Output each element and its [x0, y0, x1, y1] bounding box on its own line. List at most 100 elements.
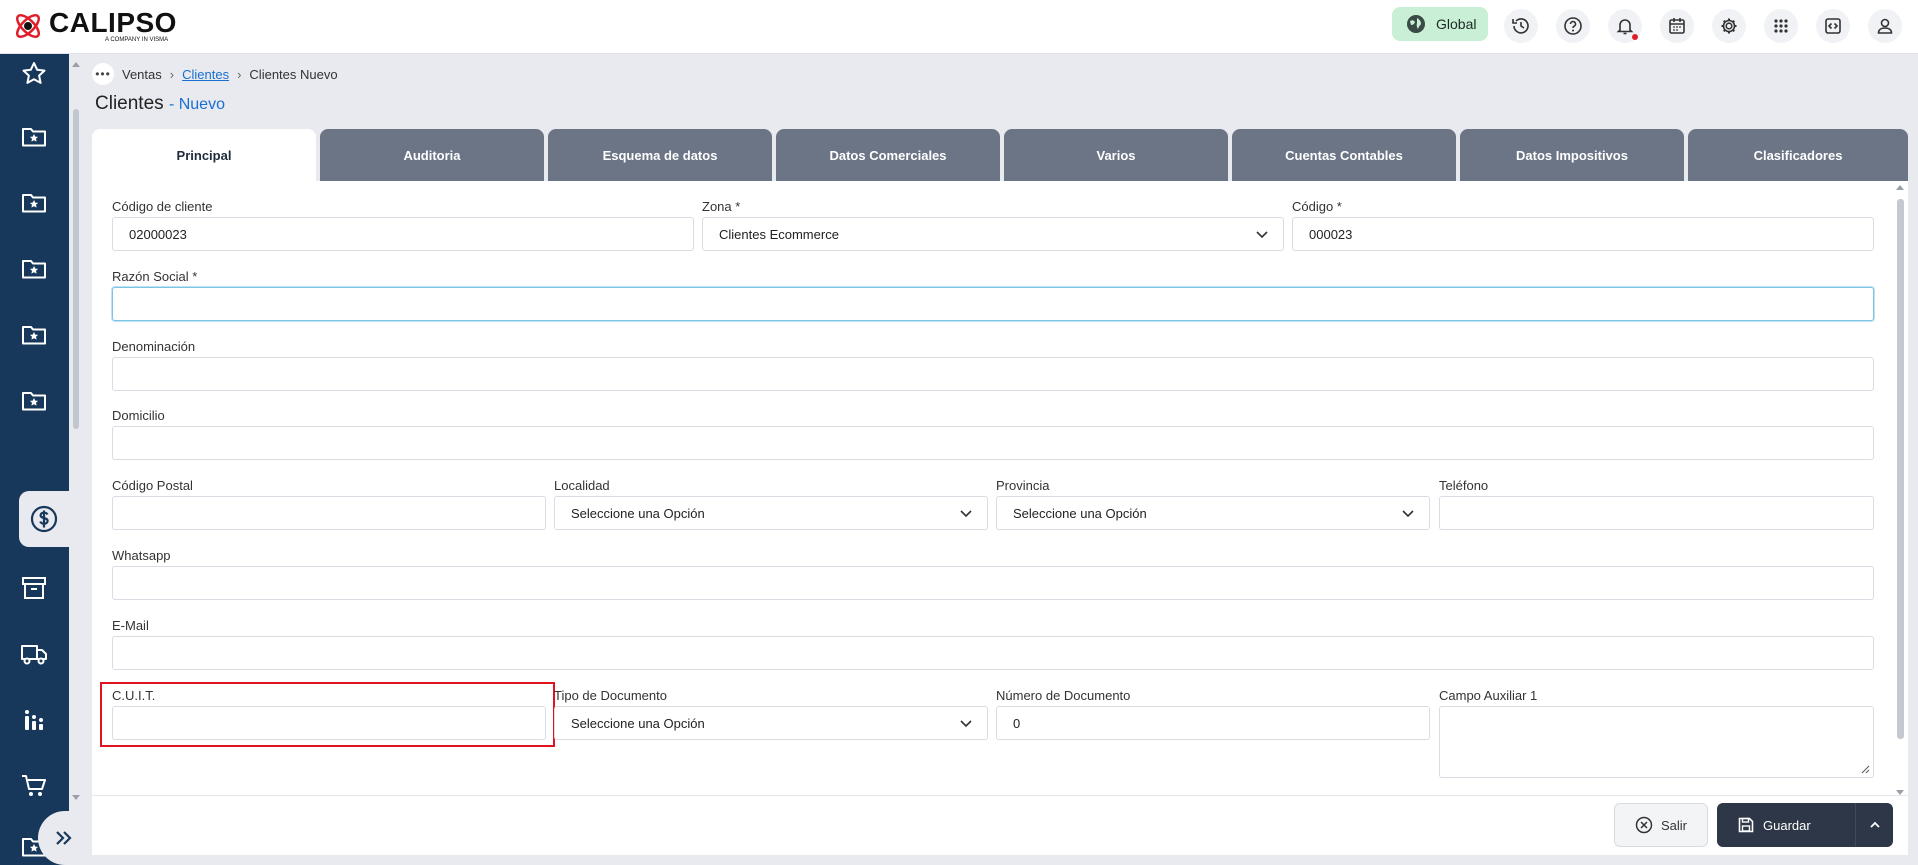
tab-varios[interactable]: Varios — [1004, 129, 1228, 181]
zona-select[interactable]: Clientes Ecommerce — [702, 217, 1284, 251]
breadcrumb-clientes-link[interactable]: Clientes — [182, 67, 229, 82]
telefono-input[interactable] — [1439, 496, 1874, 530]
chevron-right-icon: › — [169, 66, 175, 82]
sidebar-item-ventas[interactable] — [19, 491, 69, 547]
sidebar-item-folder-1[interactable] — [14, 116, 54, 156]
sidebar-item-purchases[interactable] — [14, 766, 54, 806]
codigo-postal-label: Código Postal — [112, 478, 193, 493]
provincia-label: Provincia — [996, 478, 1050, 493]
chevron-right-icon: › — [237, 66, 242, 82]
calendar-icon[interactable] — [1660, 9, 1694, 43]
numero-documento-label: Número de Documento — [996, 688, 1131, 703]
page-title-text: Clientes — [95, 93, 164, 114]
resize-grip-icon[interactable] — [1860, 764, 1870, 774]
calipso-logo-icon — [15, 13, 41, 39]
tab-principal[interactable]: Principal — [92, 129, 316, 181]
numero-documento-input[interactable]: 0 — [996, 706, 1430, 740]
campo-auxiliar-1-textarea[interactable] — [1439, 706, 1874, 778]
sidebar-item-favorites[interactable] — [14, 54, 54, 94]
email-input[interactable] — [112, 636, 1874, 670]
page-title: Clientes - Nuevo — [95, 93, 225, 115]
exit-button-label: Salir — [1660, 817, 1687, 833]
folder-star-icon — [22, 128, 46, 147]
user-icon[interactable] — [1868, 9, 1902, 43]
double-chevron-right-icon — [56, 831, 72, 845]
tab-auditoria[interactable]: Auditoria — [320, 129, 544, 181]
chevron-down-icon — [1256, 231, 1268, 239]
whatsapp-input[interactable] — [112, 566, 1874, 600]
tab-datos-impositivos[interactable]: Datos Impositivos — [1460, 129, 1684, 181]
sidebar-item-folder-3[interactable] — [14, 248, 54, 288]
localidad-label: Localidad — [554, 478, 610, 493]
zona-label: Zona * — [702, 199, 741, 214]
breadcrumb-more-button[interactable]: ••• — [92, 63, 114, 85]
zona-select-value: Clientes Ecommerce — [719, 226, 839, 242]
sidebar-item-folder-2[interactable] — [14, 182, 54, 222]
dollar-icon — [30, 505, 58, 533]
tab-esquema-de-datos[interactable]: Esquema de datos — [548, 129, 772, 181]
codigo-cliente-input[interactable]: 02000023 — [112, 217, 694, 251]
notification-dot — [1632, 34, 1638, 40]
tipo-documento-select[interactable]: Seleccione una Opción — [554, 706, 988, 740]
localidad-select[interactable]: Seleccione una Opción — [554, 496, 988, 530]
codigo-input[interactable]: 000023 — [1292, 217, 1874, 251]
sidebar — [0, 54, 69, 865]
breadcrumb-current: Clientes Nuevo — [249, 66, 338, 82]
domicilio-label: Domicilio — [112, 408, 165, 423]
star-icon — [22, 62, 46, 84]
sidebar-item-archive[interactable] — [14, 568, 54, 608]
code-icon[interactable] — [1816, 9, 1850, 43]
sidebar-item-folder-5[interactable] — [14, 380, 54, 420]
logo-name: CALIPSO — [49, 6, 177, 38]
calipso-logo[interactable]: CALIPSO A COMPANY IN VISMA — [12, 6, 177, 46]
razon-social-input[interactable] — [112, 287, 1874, 321]
breadcrumb-ventas[interactable]: Ventas — [122, 67, 162, 82]
top-bar: CALIPSO A COMPANY IN VISMA Global — [0, 0, 1918, 54]
codigo-postal-input[interactable] — [112, 496, 546, 530]
history-icon[interactable] — [1504, 9, 1538, 43]
tab-cuentas-contables[interactable]: Cuentas Contables — [1232, 129, 1456, 181]
help-icon[interactable] — [1556, 9, 1590, 43]
exit-button[interactable]: Salir — [1614, 803, 1708, 847]
denominacion-input[interactable] — [112, 357, 1874, 391]
form-scrollbar-thumb[interactable] — [1897, 199, 1904, 739]
breadcrumb: ••• Ventas › Clientes › Clientes Nuevo — [92, 62, 338, 86]
codigo-label: Código * — [1292, 199, 1342, 214]
tipo-documento-label: Tipo de Documento — [554, 688, 667, 703]
whatsapp-label: Whatsapp — [112, 548, 171, 563]
provincia-select-value: Seleccione una Opción — [1013, 505, 1147, 521]
cuit-highlight-box — [100, 682, 555, 747]
bell-icon[interactable] — [1608, 9, 1642, 43]
page-subtitle: - Nuevo — [168, 96, 225, 113]
chevron-up-icon[interactable] — [1867, 817, 1883, 833]
folder-star-icon — [22, 260, 46, 279]
cart-icon — [22, 775, 46, 796]
global-scope-button[interactable]: Global — [1392, 7, 1488, 41]
provincia-select[interactable]: Seleccione una Opción — [996, 496, 1430, 530]
tab-datos-comerciales[interactable]: Datos Comerciales — [776, 129, 1000, 181]
folder-star-icon — [22, 326, 46, 345]
logo-tagline: A COMPANY IN VISMA — [105, 36, 169, 43]
save-button-label: Guardar — [1763, 817, 1811, 833]
sidebar-item-logistics[interactable] — [14, 634, 54, 674]
gear-icon[interactable] — [1712, 9, 1746, 43]
sidebar-item-reports[interactable] — [14, 700, 54, 740]
chart-icon — [25, 710, 43, 730]
apps-grid-icon[interactable] — [1764, 9, 1798, 43]
main-scrollbar[interactable] — [70, 54, 82, 800]
tab-bar: Principal Auditoria Esquema de datos Dat… — [92, 129, 1908, 181]
globe-icon — [1407, 15, 1425, 33]
domicilio-input[interactable] — [112, 426, 1874, 460]
email-label: E-Mail — [112, 618, 149, 633]
tab-clasificadores[interactable]: Clasificadores — [1688, 129, 1908, 181]
form-scrollbar[interactable] — [1894, 181, 1906, 795]
archive-icon — [22, 577, 46, 599]
folder-star-icon — [22, 194, 46, 213]
main-scrollbar-thumb[interactable] — [73, 109, 79, 429]
sidebar-item-folder-4[interactable] — [14, 314, 54, 354]
tipo-documento-select-value: Seleccione una Opción — [571, 715, 705, 731]
razon-social-label: Razón Social * — [112, 269, 198, 284]
telefono-label: Teléfono — [1439, 478, 1489, 493]
save-button[interactable]: Guardar — [1717, 803, 1893, 847]
denominacion-label: Denominación — [112, 339, 196, 354]
